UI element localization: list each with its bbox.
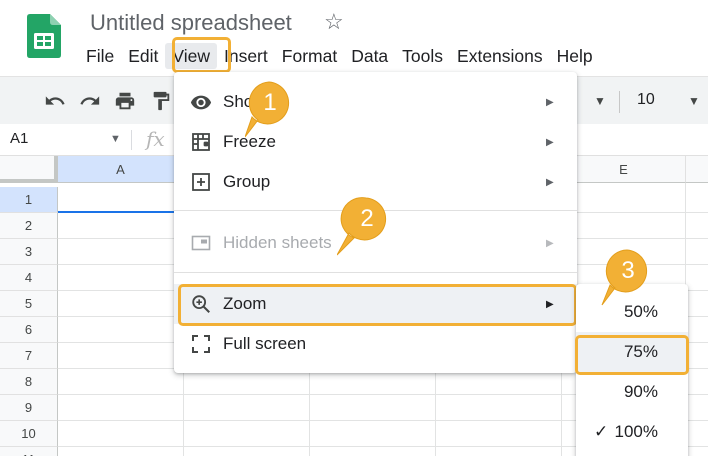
document-title[interactable]: Untitled spreadsheet	[90, 10, 292, 36]
paint-format-icon[interactable]	[150, 77, 172, 125]
step-callout-2: 2	[337, 195, 399, 257]
chevron-down-icon[interactable]: ▼	[688, 94, 700, 108]
row-header[interactable]: 9	[0, 395, 58, 421]
print-icon[interactable]	[114, 77, 136, 125]
hidden-sheet-icon	[190, 232, 212, 254]
eye-icon	[190, 91, 212, 113]
row-header[interactable]: 8	[0, 369, 58, 395]
submenu-arrow-icon: ▶	[546, 136, 554, 148]
zoom-item-highlight	[178, 284, 577, 326]
chevron-down-icon[interactable]: ▼	[110, 133, 121, 145]
callout-number: 2	[360, 205, 374, 232]
undo-icon[interactable]	[44, 77, 66, 125]
menu-item-label: Full screen	[223, 334, 307, 353]
submenu-arrow-icon: ▶	[546, 176, 554, 188]
menu-bar: File Edit View Insert Format Data Tools …	[79, 43, 600, 69]
star-icon[interactable]: ☆	[324, 9, 344, 35]
menu-format[interactable]: Format	[275, 43, 344, 69]
submenu-arrow-icon: ▶	[546, 237, 554, 249]
callout-number: 1	[263, 89, 277, 116]
submenu-arrow-icon: ▶	[546, 96, 554, 108]
zoom-option-100[interactable]: ✓ 100%	[576, 412, 688, 452]
zoom-option-label: 90%	[623, 382, 658, 401]
fx-icon: fx	[146, 127, 165, 151]
row-header[interactable]: 11	[0, 447, 58, 456]
column-header[interactable]: A	[58, 156, 184, 183]
row-header[interactable]: 1	[0, 187, 58, 213]
redo-icon[interactable]	[79, 77, 101, 125]
menu-divider	[174, 272, 577, 273]
row-header[interactable]: 5	[0, 291, 58, 317]
menu-item-full-screen[interactable]: Full screen	[174, 324, 577, 364]
zoom-75-highlight	[575, 335, 689, 375]
zoom-option-90[interactable]: 90%	[576, 372, 688, 412]
select-all-corner[interactable]	[0, 156, 58, 183]
name-box[interactable]: A1	[10, 130, 28, 147]
column-header[interactable]	[686, 156, 708, 183]
menu-item-show[interactable]: Show ▶	[174, 82, 577, 122]
plus-box-icon	[190, 171, 212, 193]
fullscreen-icon	[190, 333, 212, 355]
zoom-option-label: 100%	[614, 422, 658, 441]
step-callout-1: 1	[245, 79, 307, 141]
freeze-grid-icon	[190, 131, 212, 153]
menu-edit[interactable]: Edit	[121, 43, 165, 69]
formula-divider	[131, 130, 132, 150]
menu-data[interactable]: Data	[344, 43, 395, 69]
row-header[interactable]: 3	[0, 239, 58, 265]
selected-cell[interactable]	[58, 187, 184, 213]
column-header[interactable]: E	[562, 156, 686, 183]
row-header[interactable]: 2	[0, 213, 58, 239]
menu-item-label: Hidden sheets	[223, 233, 332, 252]
menu-help[interactable]: Help	[550, 43, 600, 69]
sheets-logo-icon[interactable]	[27, 14, 61, 58]
menu-file[interactable]: File	[79, 43, 121, 69]
row-header[interactable]: 6	[0, 317, 58, 343]
checkmark-icon: ✓	[594, 422, 609, 441]
menu-extensions[interactable]: Extensions	[450, 43, 550, 69]
callout-number: 3	[621, 257, 635, 284]
row-header[interactable]: 10	[0, 421, 58, 447]
font-size-select[interactable]: 10	[637, 91, 655, 109]
menu-tools[interactable]: Tools	[395, 43, 450, 69]
menu-item-label: Group	[223, 172, 271, 191]
row-header[interactable]: 4	[0, 265, 58, 291]
view-menu-highlight	[172, 37, 231, 73]
step-callout-3: 3	[600, 247, 662, 309]
toolbar-divider	[619, 91, 620, 113]
chevron-down-icon[interactable]: ▼	[594, 94, 606, 108]
menu-item-freeze[interactable]: Freeze ▶	[174, 122, 577, 162]
row-header[interactable]: 7	[0, 343, 58, 369]
